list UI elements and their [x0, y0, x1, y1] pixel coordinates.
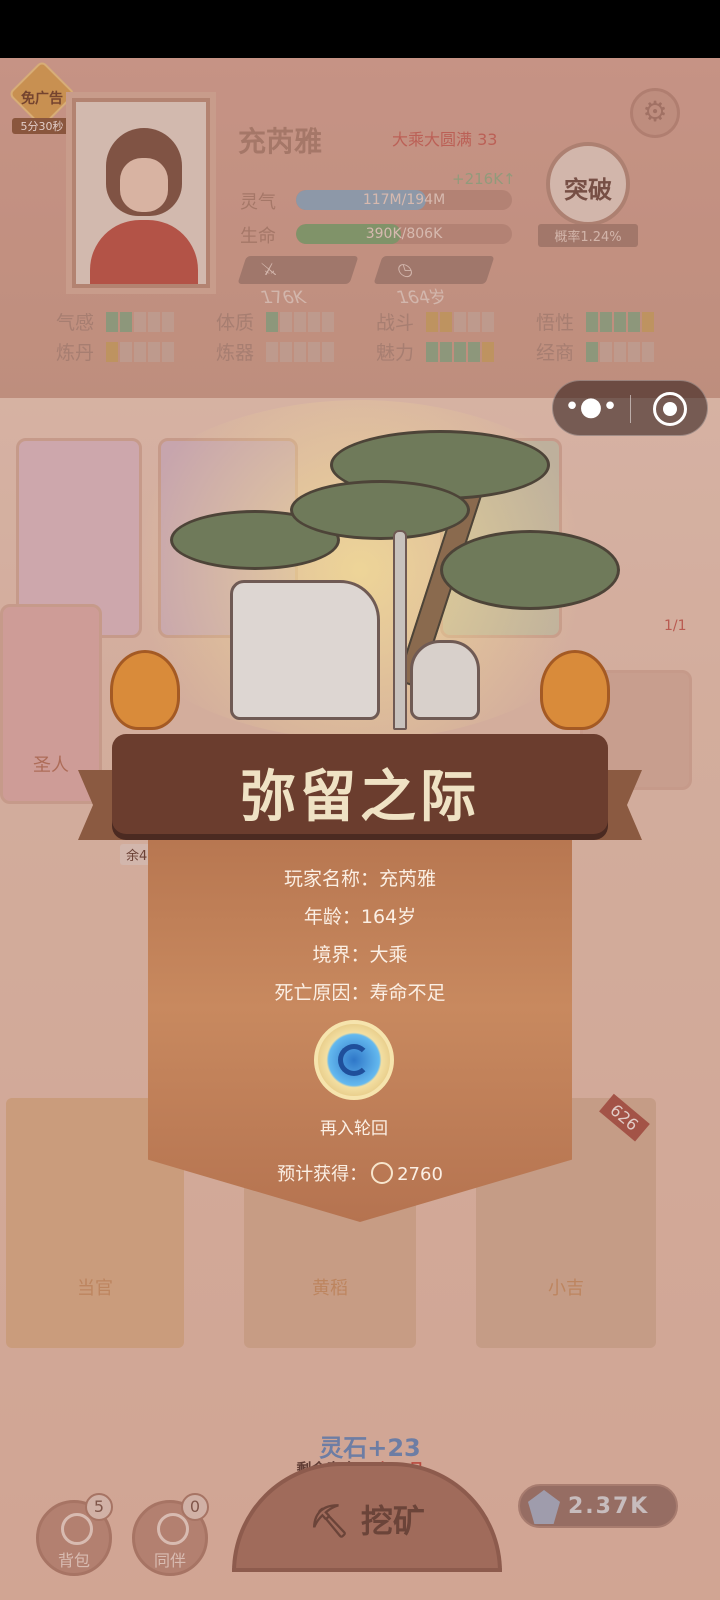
reincarnate-label: 再入轮回 [320, 1119, 388, 1139]
expected-reward: 预计获得： 2760 [148, 1160, 572, 1186]
reincarnate-button[interactable] [314, 1020, 394, 1100]
more-menu-button[interactable]: •●• [553, 381, 629, 437]
tombstone [230, 580, 380, 720]
pine-foliage-mid [290, 480, 470, 540]
dialog-title: 弥留之际 [240, 764, 480, 830]
flame-left [110, 650, 180, 730]
reward-label: 预计获得： [277, 1164, 368, 1185]
pine-foliage-right [440, 530, 620, 610]
flame-right [540, 650, 610, 730]
sword-in-stone [393, 530, 407, 730]
realm-line: 境界：大乘 [312, 944, 408, 966]
age-line: 年龄：164岁 [303, 906, 417, 928]
death-cause-line: 死亡原因：寿命不足 [274, 982, 446, 1004]
close-miniapp-icon[interactable] [653, 392, 687, 426]
spiral-coin-icon [371, 1162, 394, 1184]
player-name-line: 玩家名称：充芮雅 [283, 868, 436, 890]
capsule-divider [630, 395, 631, 423]
miniapp-capsule: •●• [552, 380, 708, 436]
small-rock [410, 640, 480, 720]
vortex-icon [338, 1044, 370, 1076]
reward-value: 2760 [397, 1164, 443, 1185]
